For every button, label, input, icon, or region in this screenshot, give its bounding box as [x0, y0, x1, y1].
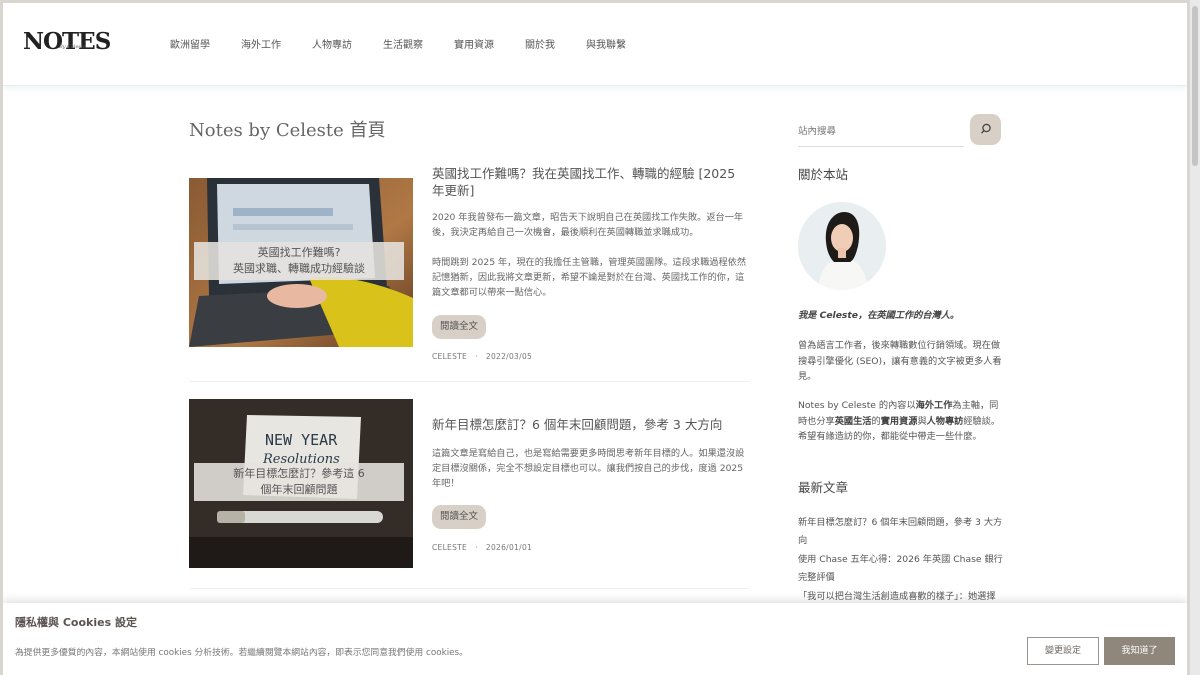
post-title[interactable]: 英國找工作難嗎？我在英國找工作、轉職的經驗 [2025 年更新] — [432, 165, 750, 199]
nav-item-about[interactable]: 關於我 — [525, 36, 555, 51]
post-author[interactable]: CELESTE — [432, 352, 467, 361]
page-scrollbar[interactable] — [1190, 0, 1200, 675]
recent-post-link[interactable]: 新年目標怎麼訂？6 個年末回顧問題，參考 3 大方向 — [798, 514, 1003, 550]
excerpt-paragraph: 2020 年我曾發布一篇文章，昭告天下說明自己在英國找工作失敗。返台一年後，我決… — [432, 212, 744, 238]
excerpt-paragraph: 時間跳到 2025 年，現在的我擔任主管職，管理英國團隊。這段求職過程依然記憶猶… — [432, 257, 747, 298]
post-thumbnail[interactable]: 英國找工作難嗎? 英國求職、轉職成功經驗談 — [189, 178, 413, 347]
read-more-button[interactable]: 閱讀全文 — [432, 505, 486, 529]
post-meta: CELESTE · 2022/03/05 — [432, 352, 532, 361]
nav-item-study-europe[interactable]: 歐洲留學 — [170, 36, 210, 51]
meta-separator: · — [469, 352, 484, 361]
desc-highlight: 實用資源 — [880, 415, 918, 427]
desc-highlight: 英國生活 — [834, 415, 872, 427]
desc-highlight: 人物專訪 — [926, 415, 964, 427]
post-date: 2026/01/01 — [485, 543, 533, 552]
post-excerpt: 2020 年我曾發布一篇文章，昭告天下說明自己在英國找工作失敗。返台一年後，我決… — [432, 210, 750, 315]
cookie-settings-button[interactable]: 變更設定 — [1027, 637, 1099, 665]
post-excerpt: 這篇文章是寫給自己，也是寫給需要更多時間思考新年目標的人。如果還沒設定目標沒關係… — [432, 446, 750, 506]
about-heading: 關於本站 — [798, 167, 849, 182]
search-input[interactable] — [798, 116, 964, 147]
post-meta: CELESTE · 2026/01/01 — [432, 543, 532, 552]
recent-posts-list: 新年目標怎麼訂？6 個年末回顧問題，參考 3 大方向 使用 Chase 五年心得… — [798, 514, 1003, 607]
thumbnail-caption: 新年目標怎麼訂？參考這 6 個年末回顧問題 — [194, 463, 404, 501]
author-avatar — [798, 202, 886, 290]
cookie-accept-button[interactable]: 我知道了 — [1104, 637, 1175, 665]
nav-item-contact[interactable]: 與我聯繫 — [586, 36, 626, 51]
search-icon — [980, 123, 991, 134]
desc-text: Notes by Celeste 的內容以 — [798, 400, 916, 411]
main-nav: 歐洲留學 海外工作 人物專訪 生活觀察 實用資源 關於我 與我聯繫 — [170, 36, 657, 51]
about-description: Notes by Celeste 的內容以海外工作為主軸，同時也分享英國生活的實… — [798, 398, 1003, 445]
thumbnail-caption-line: 新年目標怎麼訂？參考這 6 — [233, 467, 365, 480]
site-header: NOTES By Celeste 歐洲留學 海外工作 人物專訪 生活觀察 實用資… — [3, 3, 1187, 86]
nav-item-interviews[interactable]: 人物專訪 — [312, 36, 352, 51]
about-intro: 我是 Celeste，在英國工作的台灣人。 — [798, 308, 1003, 324]
desc-highlight: 海外工作 — [915, 400, 953, 411]
cookie-banner: 隱私權與 Cookies 設定 為提供更多優質的內容，本網站使用 cookies… — [3, 603, 1187, 675]
svg-text:NEW YEAR: NEW YEAR — [265, 431, 338, 449]
page-title: Notes by Celeste 首頁 — [189, 120, 386, 141]
excerpt-paragraph: 這篇文章是寫給自己，也是寫給需要更多時間思考新年目標的人。如果還沒設定目標沒關係… — [432, 448, 745, 489]
cookie-description: 為提供更多優質的內容，本網站使用 cookies 分析技術。若繼續閱覽本網站內容… — [15, 648, 468, 658]
desc-text: 的 — [871, 415, 881, 427]
scrollbar-thumb[interactable] — [1192, 6, 1198, 166]
desc-text: 與 — [917, 415, 927, 427]
post-title[interactable]: 新年目標怎麼訂？6 個年末回顧問題，參考 3 大方向 — [432, 416, 750, 433]
nav-item-life[interactable]: 生活觀察 — [383, 36, 423, 51]
read-more-button[interactable]: 閱讀全文 — [432, 315, 486, 339]
post-date: 2022/03/05 — [485, 352, 533, 361]
post-author[interactable]: CELESTE — [432, 543, 467, 552]
thumbnail-caption-line: 英國找工作難嗎? — [257, 246, 341, 259]
about-text: 曾為語言工作者，後來轉職數位行銷領域。現在做搜尋引擎優化 (SEO)，讓有意義的… — [798, 340, 1002, 382]
thumbnail-caption-line: 個年末回顧問題 — [260, 483, 338, 496]
post-divider — [189, 588, 749, 589]
browser-viewport: NOTES By Celeste 歐洲留學 海外工作 人物專訪 生活觀察 實用資… — [3, 3, 1187, 675]
author-portrait — [798, 202, 886, 290]
thumbnail-caption-line: 英國求職、轉職成功經驗談 — [233, 262, 365, 275]
site-logo[interactable]: NOTES By Celeste — [23, 28, 111, 59]
search-button[interactable] — [970, 114, 1001, 145]
meta-separator: · — [469, 543, 484, 552]
logo-subtitle: By Celeste — [59, 44, 86, 50]
recent-posts-heading: 最新文章 — [798, 480, 849, 495]
recent-post-link[interactable]: 使用 Chase 五年心得：2026 年英國 Chase 銀行完整評價 — [798, 551, 1003, 587]
logo-text: NOTES — [23, 28, 111, 55]
post-divider — [189, 381, 749, 382]
nav-item-resources[interactable]: 實用資源 — [454, 36, 494, 51]
post-thumbnail[interactable]: NEW YEAR Resolutions 新年目標怎麼訂？參考這 6 個年末回顧… — [189, 399, 413, 568]
thumbnail-caption: 英國找工作難嗎? 英國求職、轉職成功經驗談 — [194, 242, 404, 280]
intro-bold: 我是 Celeste，在英國工作的台灣人。 — [798, 310, 960, 321]
cookie-title: 隱私權與 Cookies 設定 — [15, 616, 137, 629]
nav-item-work-abroad[interactable]: 海外工作 — [241, 36, 281, 51]
